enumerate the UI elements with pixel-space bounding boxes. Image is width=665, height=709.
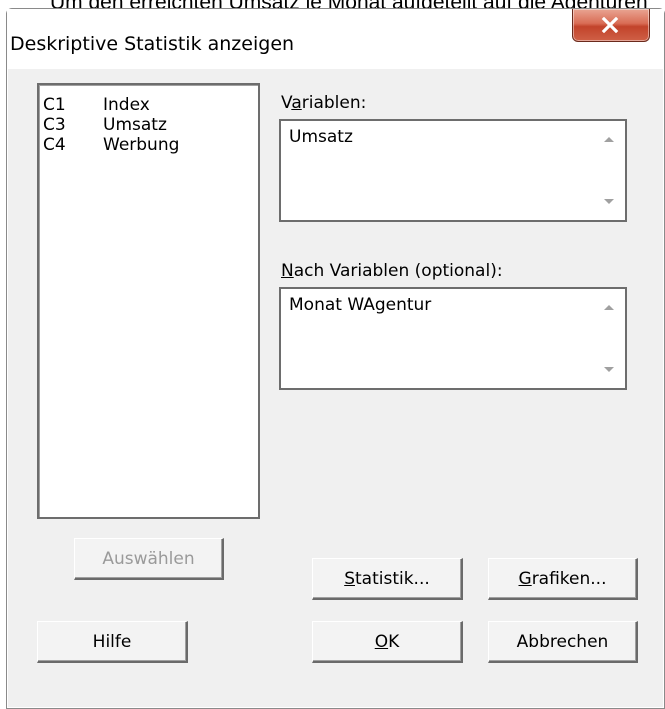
list-item[interactable]: C1 Index xyxy=(43,95,150,115)
descriptive-statistics-dialog: Deskriptive Statistik anzeigen C1 Index C… xyxy=(6,8,665,709)
variables-scrollbar[interactable] xyxy=(593,123,623,218)
list-item[interactable]: C3 Umsatz xyxy=(43,115,167,135)
scroll-up-arrow-icon[interactable] xyxy=(604,137,614,142)
variables-field[interactable]: Umsatz xyxy=(279,119,627,222)
close-button[interactable] xyxy=(572,9,650,42)
column-id: C3 xyxy=(43,115,66,135)
close-x-icon xyxy=(601,17,619,33)
column-name: Umsatz xyxy=(103,115,167,135)
graphs-button[interactable]: Grafiken... xyxy=(488,558,638,600)
by-variables-value: Monat WAgentur xyxy=(289,295,432,315)
title-bar[interactable]: Deskriptive Statistik anzeigen xyxy=(7,9,664,69)
scroll-up-arrow-icon[interactable] xyxy=(604,305,614,310)
columns-listbox[interactable]: C1 Index C3 Umsatz C4 Werbung xyxy=(37,83,260,519)
help-button[interactable]: Hilfe xyxy=(37,621,188,663)
cancel-button[interactable]: Abbrechen xyxy=(488,621,638,663)
by-variables-scrollbar[interactable] xyxy=(593,291,623,386)
scroll-down-arrow-icon[interactable] xyxy=(604,199,614,204)
by-variables-label: Nach Variablen (optional): xyxy=(281,261,503,281)
column-name: Werbung xyxy=(103,135,180,155)
select-button[interactable]: Auswählen xyxy=(74,538,224,580)
list-item[interactable]: C4 Werbung xyxy=(43,135,179,155)
variables-label: Variablen: xyxy=(281,93,367,113)
window-title: Deskriptive Statistik anzeigen xyxy=(10,33,295,55)
scroll-down-arrow-icon[interactable] xyxy=(604,367,614,372)
column-id: C4 xyxy=(43,135,66,155)
ok-button[interactable]: OK xyxy=(312,621,463,663)
by-variables-field[interactable]: Monat WAgentur xyxy=(279,287,627,390)
statistics-button[interactable]: Statistik... xyxy=(312,558,463,600)
column-name: Index xyxy=(103,95,150,115)
dialog-client-area: C1 Index C3 Umsatz C4 Werbung Variablen: Um… xyxy=(16,69,654,699)
column-id: C1 xyxy=(43,95,66,115)
variables-value: Umsatz xyxy=(289,127,353,147)
